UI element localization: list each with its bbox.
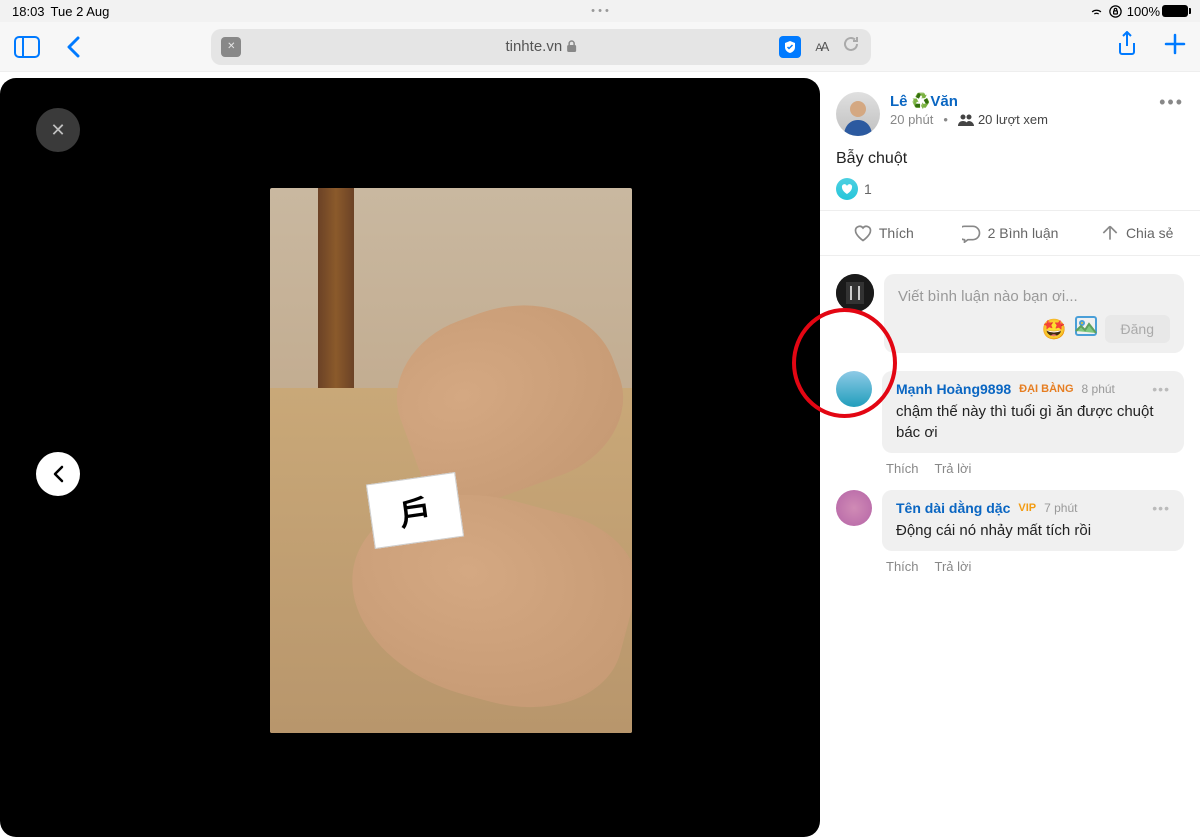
comment-like-button[interactable]: Thích <box>886 559 919 574</box>
address-bar[interactable]: ✕ tinhte.vn AA <box>211 29 871 65</box>
comment-text: Động cái nó nhảy mất tích rồi <box>896 520 1170 541</box>
share-icon <box>1100 223 1120 243</box>
status-date: Tue 2 Aug <box>51 4 110 19</box>
reaction-count: 1 <box>864 181 872 197</box>
comment-menu-button[interactable]: ••• <box>1152 381 1170 397</box>
image-button[interactable] <box>1075 316 1097 342</box>
my-avatar[interactable] <box>836 274 874 312</box>
status-time: 18:03 <box>12 4 45 19</box>
emoji-button[interactable]: 🤩 <box>1042 317 1067 342</box>
comment-time: 8 phút <box>1082 382 1115 396</box>
comment-placeholder: Viết bình luận nào bạn ơi... <box>898 288 1170 305</box>
comment-item: Mạnh Hoàng9898 ĐẠI BÀNG 8 phút ••• chậm … <box>836 371 1184 480</box>
heart-icon <box>853 223 873 243</box>
rotation-lock-icon <box>1108 4 1123 19</box>
comment-like-button[interactable]: Thích <box>886 461 919 476</box>
comment-item: Tên dài dằng dặc VIP 7 phút ••• Động cái… <box>836 490 1184 578</box>
lock-icon <box>566 40 577 53</box>
reactions-bar[interactable]: 1 <box>836 178 1184 200</box>
comment-button[interactable]: 2 Bình luận <box>947 211 1074 255</box>
user-badge: VIP <box>1018 501 1036 515</box>
author-avatar[interactable] <box>836 92 880 136</box>
battery-icon <box>1162 5 1188 17</box>
url-text: tinhte.vn <box>505 38 562 55</box>
view-count: 20 lượt xem <box>978 112 1048 127</box>
new-tab-button[interactable] <box>1164 33 1186 60</box>
battery-percent: 100% <box>1127 4 1160 19</box>
sidebar-toggle-button[interactable] <box>14 36 40 58</box>
commenter-avatar[interactable] <box>836 490 872 526</box>
privacy-shield-icon[interactable] <box>779 36 801 58</box>
author-name[interactable]: Lê ♻️Văn <box>890 92 1048 110</box>
share-button[interactable] <box>1116 31 1138 62</box>
previous-media-button[interactable] <box>36 452 80 496</box>
post-time: 20 phút <box>890 112 933 127</box>
commenter-name[interactable]: Mạnh Hoàng9898 <box>896 381 1011 397</box>
reload-button[interactable] <box>841 34 861 59</box>
post-menu-button[interactable]: ••• <box>1159 92 1184 113</box>
comment-text: chậm thế này thì tuổi gì ăn được chuột b… <box>896 401 1170 443</box>
wifi-icon <box>1089 4 1104 19</box>
comment-reply-button[interactable]: Trả lời <box>935 461 972 476</box>
video-content[interactable]: 戶 <box>270 188 632 733</box>
user-badge: ĐẠI BÀNG <box>1019 382 1073 396</box>
heart-reaction-icon <box>836 178 858 200</box>
commenter-avatar[interactable] <box>836 371 872 407</box>
browser-toolbar: ✕ tinhte.vn AA <box>0 22 1200 72</box>
comment-input[interactable]: Viết bình luận nào bạn ơi... 🤩 Đăng <box>884 274 1184 353</box>
home-indicator[interactable] <box>460 826 740 831</box>
comment-time: 7 phút <box>1044 501 1077 515</box>
people-icon <box>958 114 974 126</box>
like-button[interactable]: Thích <box>820 211 947 255</box>
status-bar: 18:03 Tue 2 Aug • • • 100% <box>0 0 1200 22</box>
comment-reply-button[interactable]: Trả lời <box>935 559 972 574</box>
text-size-button[interactable]: AA <box>815 39 827 54</box>
close-media-button[interactable]: ✕ <box>36 108 80 152</box>
share-post-button[interactable]: Chia sẻ <box>1073 211 1200 255</box>
comment-icon <box>962 223 982 243</box>
post-title: Bẫy chuột <box>836 150 1184 168</box>
media-viewer: ✕ 戶 <box>0 72 820 837</box>
submit-comment-button[interactable]: Đăng <box>1105 315 1170 343</box>
close-tab-icon[interactable]: ✕ <box>221 37 241 57</box>
commenter-name[interactable]: Tên dài dằng dặc <box>896 500 1010 516</box>
multitasking-indicator: • • • <box>591 5 609 17</box>
post-sidebar: Lê ♻️Văn 20 phút • 20 lượt xem ••• Bẫy c… <box>820 72 1200 837</box>
back-button[interactable] <box>66 36 80 58</box>
comment-menu-button[interactable]: ••• <box>1152 500 1170 516</box>
